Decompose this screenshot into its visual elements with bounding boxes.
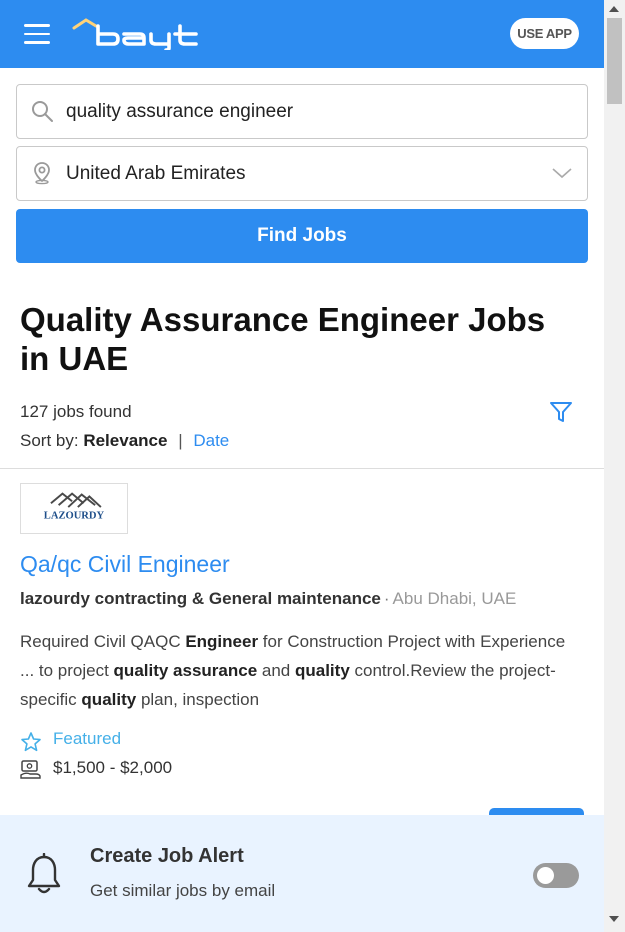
keyword-value: quality assurance engineer [66, 101, 294, 122]
job-title-link[interactable]: Qa/qc Civil Engineer [20, 551, 230, 578]
top-header: USE APP [0, 0, 604, 68]
vertical-scrollbar[interactable] [604, 0, 625, 932]
sort-separator: | [178, 431, 183, 450]
description-text: plan, inspection [136, 690, 260, 709]
location-select[interactable]: United Arab Emirates [16, 146, 588, 201]
alert-title: Create Job Alert [90, 845, 244, 867]
sort-options: Sort by: Relevance | Date [20, 431, 229, 451]
page-title: Quality Assurance Engineer Jobs in UAE [20, 301, 546, 377]
company-logo[interactable]: LAZOURDY [20, 483, 128, 534]
featured-label: Featured [53, 729, 122, 748]
location-pin-icon [34, 162, 50, 185]
salary-icon [20, 760, 41, 779]
description-text: Required Civil QAQC [20, 632, 186, 651]
keyword-search-input[interactable]: quality assurance engineer [16, 84, 588, 139]
sort-relevance[interactable]: Relevance [83, 431, 167, 450]
job-alert-toggle[interactable] [533, 863, 579, 888]
use-app-button[interactable]: USE APP [510, 18, 579, 49]
description-highlight: quality assurance [113, 661, 258, 680]
description-highlight: quality [294, 661, 350, 680]
sort-label: Sort by: [20, 431, 79, 450]
job-description: Required Civil QAQC Engineer for Constru… [20, 627, 580, 714]
job-location: Abu Dhabi, UAE [392, 589, 517, 608]
scroll-down-arrow-icon[interactable] [609, 916, 619, 922]
bayt-logo[interactable] [72, 16, 200, 50]
menu-icon[interactable] [24, 24, 50, 44]
location-value: United Arab Emirates [66, 163, 246, 184]
svg-text:LAZOURDY: LAZOURDY [44, 511, 105, 522]
jobs-count: 127 jobs found [20, 402, 132, 421]
separator-dot: · [383, 589, 390, 608]
salary-range: $1,500 - $2,000 [53, 758, 173, 777]
alert-subtitle: Get similar jobs by email [90, 881, 276, 900]
divider [0, 468, 604, 469]
description-text: and [257, 661, 295, 680]
company-name[interactable]: lazourdy contracting & General maintenan… [20, 589, 381, 608]
chevron-down-icon [552, 168, 572, 179]
scroll-up-arrow-icon[interactable] [609, 6, 619, 12]
company-line: lazourdy contracting & General maintenan… [20, 589, 516, 609]
page: USE APP quality assurance engineer Unite… [0, 0, 604, 932]
sort-date[interactable]: Date [193, 431, 229, 450]
description-highlight: Engineer [185, 632, 259, 651]
star-icon [21, 732, 41, 752]
toggle-knob [537, 867, 554, 884]
job-alert-banner [0, 815, 604, 932]
bell-icon [27, 853, 61, 894]
scroll-thumb[interactable] [607, 18, 622, 104]
description-highlight: quality [81, 690, 137, 709]
filter-icon[interactable] [548, 399, 574, 425]
search-icon [32, 101, 53, 122]
find-jobs-button[interactable]: Find Jobs [16, 209, 588, 263]
